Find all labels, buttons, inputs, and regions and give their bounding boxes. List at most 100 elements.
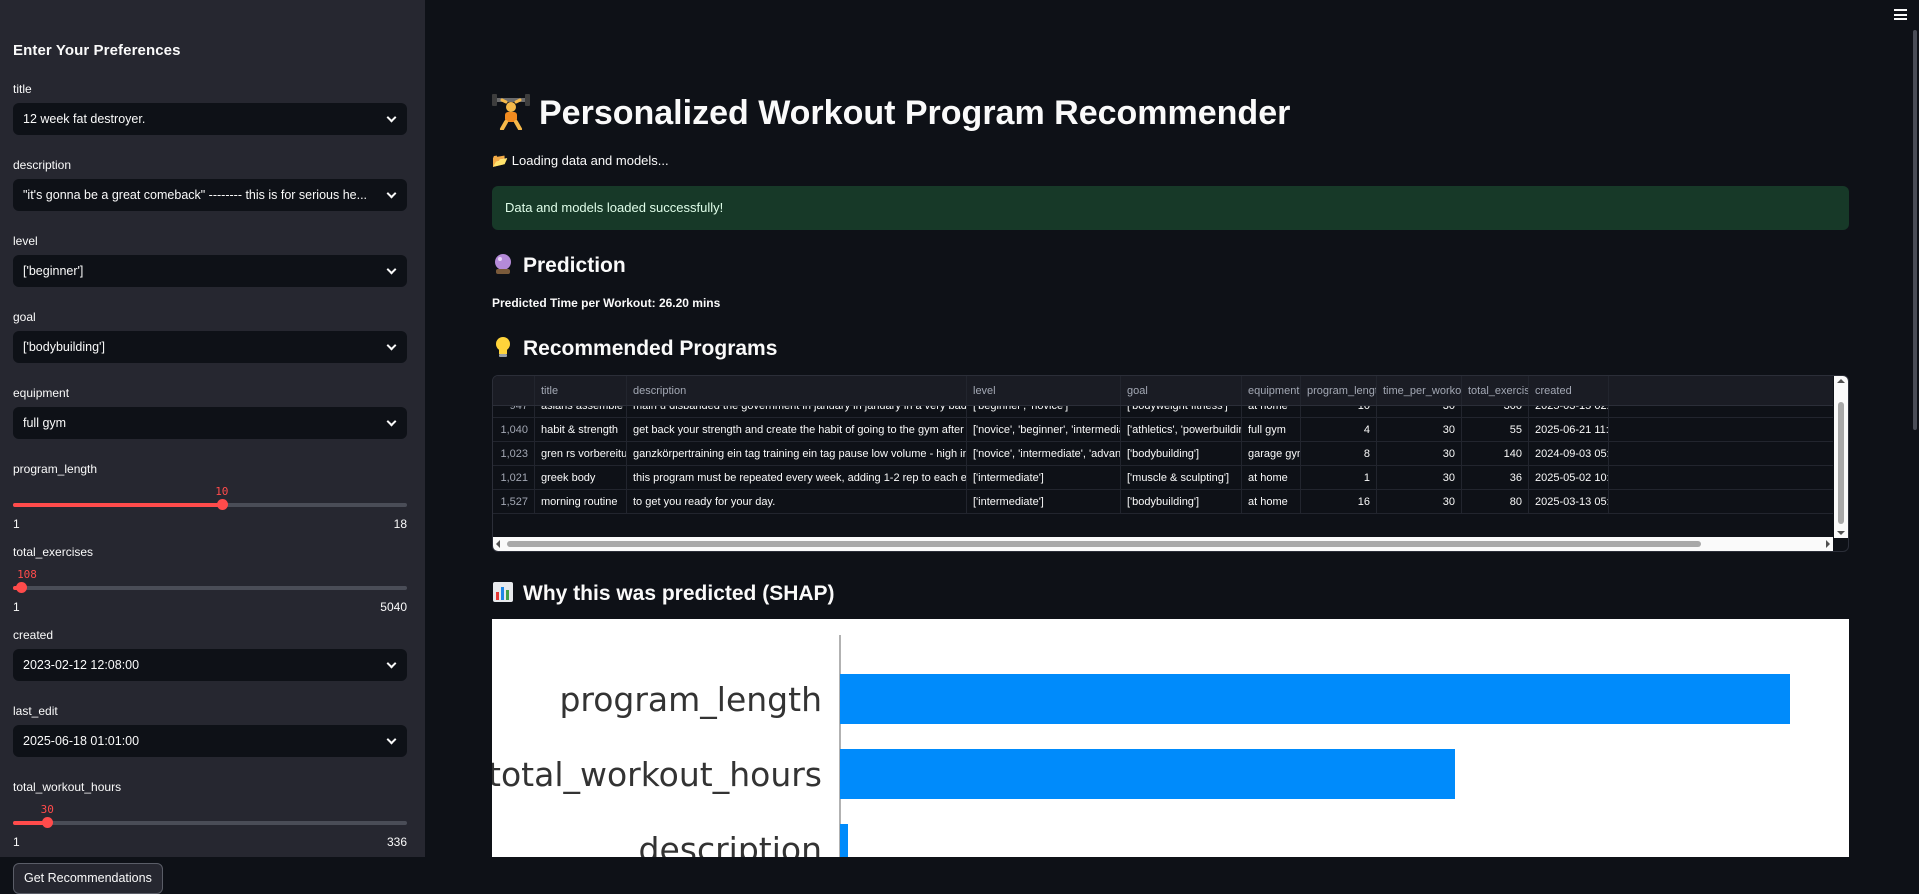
column-header-created[interactable]: created xyxy=(1529,376,1609,405)
slider-value: 10 xyxy=(215,485,229,498)
equipment-field: equipment full gym xyxy=(13,386,407,439)
created-value: 2023-02-12 12:08:00 xyxy=(23,658,140,672)
column-header-index xyxy=(493,376,535,405)
prediction-label: Predicted Time per Workout: xyxy=(492,296,656,310)
scroll-down-icon[interactable] xyxy=(1837,531,1845,539)
table-cell: 140 xyxy=(1462,442,1529,465)
table-cell: gren rs vorbereitung xyxy=(535,442,627,465)
goal-field: goal ['bodybuilding'] xyxy=(13,310,407,363)
slider-value: 30 xyxy=(40,803,54,816)
scroll-left-icon[interactable] xyxy=(493,540,500,548)
goal-value: ['bodybuilding'] xyxy=(23,340,105,354)
column-header-equipment[interactable]: equipment xyxy=(1242,376,1301,405)
column-header-time-per-workout[interactable]: time_per_workout xyxy=(1377,376,1462,405)
table-cell: 4 xyxy=(1301,418,1377,441)
recommended-heading: Recommended Programs xyxy=(492,336,777,361)
page-scrollbar-thumb[interactable] xyxy=(1913,30,1917,430)
page-scrollbar[interactable] xyxy=(1909,0,1919,857)
table-cell: at home xyxy=(1242,466,1301,489)
sidebar: Enter Your Preferences title 12 week fat… xyxy=(0,0,425,894)
program-length-slider[interactable]: 10 1 18 xyxy=(13,483,407,531)
table-hscroll-thumb[interactable] xyxy=(507,541,1701,547)
table-cell: ['athletics', 'powerbuilding'] xyxy=(1121,418,1242,441)
last-edit-select[interactable]: 2025-06-18 01:01:00 xyxy=(13,725,407,757)
title-select[interactable]: 12 week fat destroyer. xyxy=(13,103,407,135)
table-cell: ['bodybuilding'] xyxy=(1121,442,1242,465)
table-horizontal-scrollbar[interactable] xyxy=(493,537,1833,551)
slider-fill xyxy=(13,503,222,507)
table-cell: 2025-05-02 10:3 xyxy=(1529,466,1609,489)
table-cell: full gym xyxy=(1242,418,1301,441)
equipment-label: equipment xyxy=(13,386,70,400)
chevron-down-icon xyxy=(386,264,397,275)
scroll-right-icon[interactable] xyxy=(1826,540,1834,548)
slider-thumb[interactable] xyxy=(42,817,54,828)
created-label: created xyxy=(13,628,54,642)
column-header-title[interactable]: title xyxy=(535,376,627,405)
crystal-ball-icon xyxy=(495,254,511,274)
get-recommendations-button[interactable]: Get Recommendations xyxy=(13,863,163,894)
column-header-total-exercises[interactable]: total_exercises xyxy=(1462,376,1529,405)
table-cell: 16 xyxy=(1301,490,1377,513)
table-vscroll-thumb[interactable] xyxy=(1838,402,1844,524)
chevron-down-icon xyxy=(386,112,397,123)
table-row[interactable]: 1,021 greek body this program must be repe… xyxy=(493,466,1833,490)
total-exercises-slider[interactable]: 108 1 5040 xyxy=(13,566,407,614)
hamburger-menu-icon[interactable] xyxy=(1894,9,1907,23)
page-title-text: Personalized Workout Program Recommender xyxy=(539,94,1291,132)
table-cell: get back your strength and create the ha… xyxy=(627,418,967,441)
total-workout-hours-slider[interactable]: 30 1 336 xyxy=(13,801,407,849)
title-value: 12 week fat destroyer. xyxy=(23,112,146,126)
table-cell: 8 xyxy=(1301,442,1377,465)
table-row[interactable]: 1,527 morning routine to get you ready for… xyxy=(493,490,1833,514)
success-alert: Data and models loaded successfully! xyxy=(492,186,1849,230)
table-cell: 36 xyxy=(1462,466,1529,489)
row-index: 1,023 xyxy=(493,442,535,465)
total-workout-hours-label: total_workout_hours xyxy=(13,780,122,794)
column-header-goal[interactable]: goal xyxy=(1121,376,1242,405)
table-cell: 30 xyxy=(1377,466,1462,489)
table-cell: habit & strength xyxy=(535,418,627,441)
equipment-select[interactable]: full gym xyxy=(13,407,407,439)
equipment-value: full gym xyxy=(23,416,67,430)
slider-min: 1 xyxy=(13,600,20,614)
slider-track xyxy=(13,503,407,507)
level-value: ['beginner'] xyxy=(23,264,84,278)
weightlifter-icon xyxy=(492,94,530,130)
chevron-down-icon xyxy=(386,340,397,351)
description-value: "it's gonna be a great comeback" -------… xyxy=(23,188,368,202)
table-row[interactable]: 1,023gren rs vorbereitungganzkörpertrain… xyxy=(493,442,1833,466)
last-edit-field: last_edit 2025-06-18 01:01:00 xyxy=(13,704,407,757)
table-row[interactable]: 1,040 habit & strength get back your stren… xyxy=(493,418,1833,442)
slider-thumb[interactable] xyxy=(15,582,27,593)
column-header-description[interactable]: description xyxy=(627,376,967,405)
bar-description xyxy=(840,824,848,857)
table-cell: this program must be repeated every week… xyxy=(627,466,967,489)
description-select[interactable]: "it's gonna be a great comeback" -------… xyxy=(13,179,407,211)
column-header-level[interactable]: level xyxy=(967,376,1121,405)
table-cell: ['intermediate'] xyxy=(967,490,1121,513)
column-header-program-length[interactable]: program_length xyxy=(1301,376,1377,405)
table-vertical-scrollbar[interactable] xyxy=(1834,376,1848,538)
prediction-result: Predicted Time per Workout: 26.20 mins xyxy=(492,296,720,310)
slider-thumb[interactable] xyxy=(216,499,228,510)
goal-select[interactable]: ['bodybuilding'] xyxy=(13,331,407,363)
created-select[interactable]: 2023-02-12 12:08:00 xyxy=(13,649,407,681)
shap-chart: program_length total_workout_hours descrip… xyxy=(492,619,1849,857)
bar-total-workout-hours xyxy=(840,749,1455,799)
last-edit-value: 2025-06-18 01:01:00 xyxy=(23,734,140,748)
table-cell: morning routine xyxy=(535,490,627,513)
slider-min: 1 xyxy=(13,517,20,531)
row-index: 1,021 xyxy=(493,466,535,489)
chevron-down-icon xyxy=(386,188,397,199)
recommendations-table[interactable]: 947 asians assemble main u disbanded the g… xyxy=(492,375,1849,552)
category-label: description xyxy=(639,830,822,857)
table-cell: greek body xyxy=(535,466,627,489)
shap-heading-text: Why this was predicted (SHAP) xyxy=(523,582,835,605)
table-cell: at home xyxy=(1242,490,1301,513)
table-cell: ['novice', 'intermediate', 'advanced'] xyxy=(967,442,1121,465)
table-cell: 2024-09-03 05:4 xyxy=(1529,442,1609,465)
level-select[interactable]: ['beginner'] xyxy=(13,255,407,287)
scroll-up-icon[interactable] xyxy=(1837,376,1845,383)
slider-track xyxy=(13,586,407,590)
